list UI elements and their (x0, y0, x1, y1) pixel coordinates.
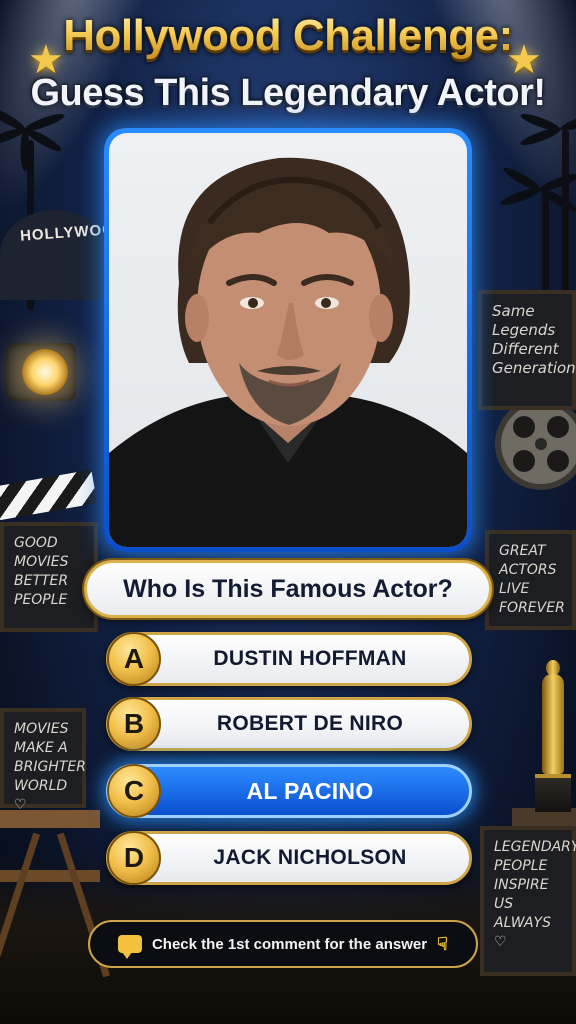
answer-option-a[interactable]: A DUSTIN HOFFMAN (106, 632, 472, 686)
actor-photo-frame (104, 128, 472, 552)
option-letter-badge: D (107, 831, 161, 885)
chalkboard-same-legends: Same Legends Different Generations (478, 290, 576, 410)
title-line-2: Guess This Legendary Actor! (30, 72, 546, 114)
option-label: ROBERT DE NIRO (216, 712, 404, 735)
director-chair (0, 810, 111, 1010)
option-label: JACK NICHOLSON (213, 846, 407, 869)
question-banner: Who Is This Famous Actor? (84, 560, 492, 618)
speech-bubble-icon (117, 935, 142, 959)
actor-portrait-illustration (109, 157, 467, 547)
chalkboard-good-movies: GOOD MOVIES BETTER PEOPLE (0, 522, 98, 632)
answer-hint-text: Check the 1st comment for the answer (151, 935, 428, 953)
option-letter-badge: C (107, 764, 161, 818)
answer-hint-bar[interactable]: Check the 1st comment for the answer ☟ (88, 920, 478, 968)
clapperboard-icon (0, 469, 98, 521)
stage-light-icon (0, 335, 95, 415)
oscar-trophy-icon (535, 660, 571, 820)
answer-option-d[interactable]: D JACK NICHOLSON (106, 831, 472, 885)
palm-tree-right-2 (518, 110, 576, 300)
option-label: AL PACINO (246, 777, 374, 804)
chalkboard-great-actors: GREAT ACTORS LIVE FOREVER (485, 530, 576, 630)
option-letter-badge: A (107, 632, 161, 686)
pointing-down-icon: ☟ (437, 933, 449, 954)
film-reel-icon (495, 398, 576, 490)
title-line-1: Hollywood Challenge: (0, 10, 576, 62)
answer-option-c[interactable]: C AL PACINO (106, 764, 472, 818)
actor-photo (109, 133, 467, 547)
chalkboard-legendary-people: LEGENDARY PEOPLE INSPIRE US ALWAYS ♡ (480, 826, 576, 976)
option-label: DUSTIN HOFFMAN (213, 647, 407, 670)
chalkboard-brighter-world: MOVIES MAKE A BRIGHTER WORLD ♡ (0, 708, 86, 813)
option-letter-badge: B (107, 697, 161, 751)
answer-option-b[interactable]: B ROBERT DE NIRO (106, 697, 472, 751)
